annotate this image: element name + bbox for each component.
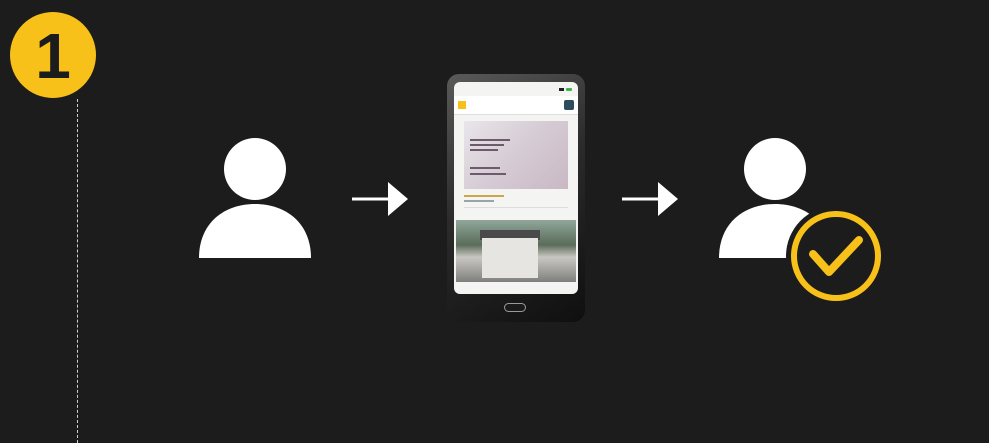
user-icon: [199, 138, 311, 258]
article-photo: [456, 220, 576, 282]
phone-home-button: [504, 303, 526, 312]
timeline-dashed-line: [77, 99, 78, 443]
article-teaser-image: [464, 121, 568, 189]
arrow-right-icon: [352, 182, 408, 216]
app-header: [454, 96, 578, 115]
article-meta: [464, 195, 568, 208]
battery-icon: [566, 87, 572, 91]
arrow-right-icon: [622, 182, 678, 216]
step-number-badge: 1: [10, 12, 96, 98]
verified-user-icon: [719, 138, 886, 306]
app-logo: [458, 101, 466, 109]
status-bar-icons: [559, 87, 572, 91]
step-number: 1: [35, 20, 71, 92]
smartphone-icon: [447, 74, 585, 322]
phone-screen: [454, 82, 578, 294]
menu-icon: [564, 100, 574, 110]
onboarding-step-diagram: 1: [0, 0, 989, 443]
phone-status-bar: [454, 82, 578, 96]
signal-icon: [559, 87, 564, 91]
